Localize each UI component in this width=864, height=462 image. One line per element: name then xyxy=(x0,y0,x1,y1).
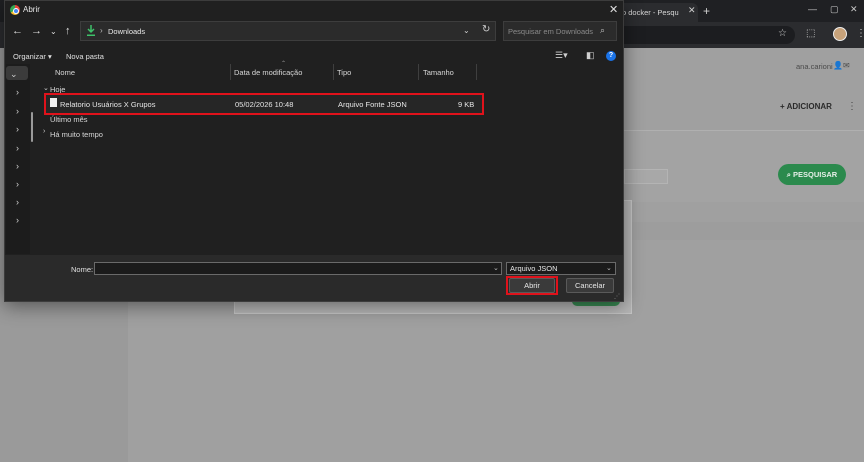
nav-expand-icon[interactable]: › xyxy=(16,197,19,207)
filter-input[interactable] xyxy=(624,169,668,184)
sort-indicator-icon: ⌃ xyxy=(281,61,287,67)
cancel-button[interactable]: Cancelar xyxy=(566,278,614,293)
open-button[interactable]: Abrir xyxy=(509,278,555,293)
nav-expand-icon[interactable]: › xyxy=(16,143,19,153)
column-divider[interactable] xyxy=(230,64,231,80)
group-last-month[interactable]: Último mês xyxy=(50,115,88,124)
dialog-titlebar: Abrir ✕ xyxy=(5,1,623,19)
file-modified: 05/02/2026 10:48 xyxy=(235,100,294,109)
search-icon[interactable]: ⌕ xyxy=(600,25,605,36)
file-type: Arquivo Fonte JSON xyxy=(338,100,407,109)
nav-expand-icon[interactable]: › xyxy=(16,87,19,97)
filetype-dropdown-icon[interactable]: ⌄ xyxy=(606,264,612,272)
organize-label: Organizar xyxy=(13,52,46,61)
help-icon[interactable]: ? xyxy=(606,51,616,61)
window-close-button[interactable]: ✕ xyxy=(850,4,858,15)
nav-expand-icon[interactable]: › xyxy=(16,215,19,225)
column-header-name[interactable]: Nome xyxy=(55,68,75,77)
add-button[interactable]: + ADICIONAR xyxy=(780,102,832,111)
new-folder-button[interactable]: Nova pasta xyxy=(66,52,104,61)
group-long-ago[interactable]: Há muito tempo xyxy=(50,130,103,139)
nav-scrollbar[interactable] xyxy=(31,112,33,142)
chevron-down-icon[interactable]: ⌄ xyxy=(10,69,18,80)
maximize-button[interactable]: ▢ xyxy=(830,4,839,15)
filename-input[interactable] xyxy=(94,262,502,275)
column-header-type[interactable]: Tipo xyxy=(337,68,351,77)
filename-dropdown-icon[interactable]: ⌄ xyxy=(493,264,499,272)
preview-pane-icon[interactable]: ◧ xyxy=(586,50,595,61)
user-name[interactable]: ana.carioni xyxy=(796,62,833,71)
search-button[interactable]: ⌕ PESQUISAR xyxy=(778,164,846,185)
filename-label: Nome: xyxy=(71,265,94,274)
filetype-select[interactable]: Arquivo JSON xyxy=(506,262,616,275)
downloads-folder-icon xyxy=(87,25,95,36)
forward-arrow-icon[interactable]: → xyxy=(31,25,42,37)
search-placeholder: Pesquisar em Downloads xyxy=(508,27,594,36)
new-tab-button[interactable]: + xyxy=(703,4,710,18)
column-header-size[interactable]: Tamanho xyxy=(423,68,454,77)
path-dropdown-icon[interactable]: ⌄ xyxy=(463,26,470,35)
profile-avatar[interactable] xyxy=(833,27,847,41)
view-options-icon[interactable]: ☰▾ xyxy=(555,50,568,61)
user-icons[interactable]: 👤✉ xyxy=(833,61,850,70)
dialog-close-icon[interactable]: ✕ xyxy=(609,3,618,16)
nav-expand-icon[interactable]: › xyxy=(16,179,19,189)
browser-menu-icon[interactable]: ⋮ xyxy=(856,28,864,39)
search-button-label: PESQUISAR xyxy=(793,170,838,179)
bookmark-star-icon[interactable]: ☆ xyxy=(778,28,787,39)
current-path[interactable]: Downloads xyxy=(108,27,145,36)
file-icon xyxy=(50,98,57,107)
back-arrow-icon[interactable]: ← xyxy=(12,25,23,37)
more-options-icon[interactable]: ⋮ xyxy=(847,101,857,112)
minimize-button[interactable]: — xyxy=(808,4,817,14)
group-collapse-icon[interactable]: ⌄ xyxy=(43,84,49,92)
column-divider[interactable] xyxy=(476,64,477,80)
up-arrow-icon[interactable]: ↑ xyxy=(65,25,71,37)
organize-button[interactable]: Organizar ▾ xyxy=(13,52,52,61)
dialog-title: Abrir xyxy=(23,5,40,14)
results-row xyxy=(620,222,864,240)
nav-expand-icon[interactable]: › xyxy=(16,124,19,134)
nav-expand-icon[interactable]: › xyxy=(16,106,19,116)
file-name[interactable]: Relatorio Usuários X Grupos xyxy=(60,100,155,109)
extensions-icon[interactable]: ⬚ xyxy=(806,28,815,39)
tab-close-icon[interactable]: ✕ xyxy=(688,5,696,16)
recent-locations-icon[interactable]: ⌄ xyxy=(50,27,57,36)
column-divider[interactable] xyxy=(418,64,419,80)
group-expand-icon[interactable]: › xyxy=(43,128,45,135)
file-size: 9 KB xyxy=(458,100,475,109)
path-separator-icon: › xyxy=(100,26,103,35)
chrome-icon xyxy=(10,5,20,15)
refresh-icon[interactable]: ↻ xyxy=(482,24,490,35)
nav-expand-icon[interactable]: › xyxy=(16,161,19,171)
column-header-modified[interactable]: Data de modificação xyxy=(234,68,302,77)
resize-grip-icon[interactable]: ⋰ xyxy=(614,293,620,300)
column-divider[interactable] xyxy=(333,64,334,80)
